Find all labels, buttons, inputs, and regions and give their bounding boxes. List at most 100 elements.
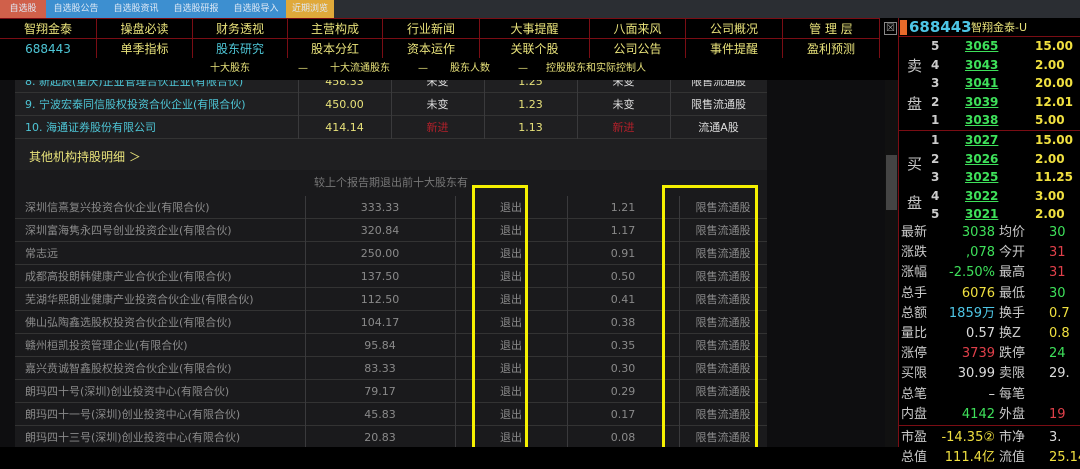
nav-item[interactable]: 行业新闻 (383, 19, 480, 39)
table-row[interactable]: 8. 新起辰(重庆)企业管理合伙企业(有限合伙) 458.33 未变 1.25 未变 限售… (15, 80, 767, 93)
price: 3043 (965, 57, 999, 72)
price: 3025 (965, 170, 999, 185)
table-row[interactable]: 常志远 250.00 退出 0.91 限售流通股 (15, 242, 767, 265)
top-tab[interactable]: 自选股 (0, 0, 46, 18)
stat-value: 1859万 (948, 305, 995, 321)
subnav-separator: — (298, 63, 308, 74)
table-row[interactable]: 10. 海通证券股份有限公司 414.14 新进 1.13 新进 流通A股 (15, 116, 767, 139)
top-tab[interactable]: 自选股研报 (166, 0, 226, 18)
table-row[interactable]: 成都高投朗韩健康产业合伙企业(有限合伙) 137.50 退出 0.50 限售流通股 (15, 265, 767, 288)
sell-level[interactable]: 5 3065 15.00 (899, 37, 1080, 56)
stat-value: 31 (1049, 245, 1066, 261)
column-divider (455, 357, 456, 380)
cell-type: 流通A股 (698, 121, 739, 134)
cell-ratio: 1.25 (518, 80, 543, 88)
nav-item[interactable]: 操盘必读 (97, 19, 193, 39)
level-number: 2 (931, 151, 940, 166)
stat-row: 涨幅 -2.50% 最高 31 (899, 263, 1080, 284)
sell-level[interactable]: 2 3039 12.01 (899, 93, 1080, 112)
subnav-tab[interactable]: 十大股东 (210, 58, 250, 80)
nav-item[interactable]: 八面来风 (590, 19, 686, 39)
other-holdings-link[interactable]: 其他机构持股明细 ＞ (29, 148, 141, 165)
column-divider (484, 80, 485, 93)
level-number: 1 (931, 133, 940, 147)
cell-ratio: 1.23 (518, 98, 543, 111)
subnav-tab[interactable]: 十大流通股东 (330, 58, 390, 80)
stat-label: 涨幅 (901, 265, 928, 281)
buy-level[interactable]: 5 3021 2.00 (899, 205, 1080, 224)
column-divider (577, 93, 578, 116)
table-row[interactable]: 芜湖华熙朗业健康产业投资合伙企业(有限合伙) 112.50 退出 0.41 限售流通股 (15, 288, 767, 311)
stat-label: 买限 (901, 366, 928, 382)
sell-level[interactable]: 1 3038 5.00 (899, 111, 1080, 130)
volume: 15.00 (1035, 133, 1073, 147)
stat-value: 31 (1049, 265, 1066, 281)
level-number: 1 (931, 113, 940, 128)
buy-level[interactable]: 2 3026 2.00 (899, 150, 1080, 169)
nav-item[interactable]: 资本运作 (383, 39, 480, 59)
quote-header: 688443 智翔金泰-U (899, 18, 1080, 37)
column-divider (670, 116, 671, 139)
subnav-tab[interactable]: 股东人数 (450, 58, 490, 80)
stat-row: 涨停 3739 跌停 24 (899, 344, 1080, 365)
highlight-box-change (472, 185, 528, 447)
nav-item[interactable]: 事件提醒 (686, 39, 783, 59)
table-row[interactable]: 朗玛四十三号(深圳)创业投资中心(有限合伙) 20.83 退出 0.08 限售流通股 (15, 426, 767, 447)
top-tab[interactable]: 自选股导入 (226, 0, 286, 18)
column-divider (305, 288, 306, 311)
buy-level[interactable]: 3 3025 11.25 (899, 168, 1080, 187)
stat-label: 最新 (901, 225, 928, 240)
scrollbar[interactable] (885, 80, 898, 447)
cell-name: 朗玛四十一号(深圳)创业投资中心(有限合伙) (25, 408, 241, 421)
stat-row: 内盘 4142 外盘 19 (899, 405, 1080, 426)
top-tab[interactable]: 自选股资讯 (106, 0, 166, 18)
cell-name: 佛山弘陶鑫选股权投资合伙企业(有限合伙) (25, 316, 232, 329)
table-row[interactable]: 赣州桓凯投资管理企业(有限合伙) 95.84 退出 0.35 限售流通股 (15, 334, 767, 357)
nav-item[interactable]: 单季指标 (97, 39, 193, 59)
stat-row: 最新 3038 均价 30 (899, 223, 1080, 244)
column-divider (298, 116, 299, 139)
top-tab[interactable]: 近期浏览 (286, 0, 334, 18)
table-row[interactable]: 9. 宁波宏泰同信股权投资合伙企业(有限合伙) 450.00 未变 1.23 未变 限售流… (15, 93, 767, 116)
nav-item[interactable]: 财务透视 (193, 19, 288, 39)
stat-row: 市盈 -14.35② 市净 3. (899, 428, 1080, 449)
stat-row: 量比 0.57 换Z 0.8 (899, 324, 1080, 345)
stat-row: 总值 111.4亿流值 25.14 (899, 448, 1080, 469)
column-divider (305, 357, 306, 380)
scrollbar-thumb[interactable] (886, 155, 897, 210)
cell-name: 深圳富海隽永四号创业投资企业(有限合伙) (25, 224, 232, 237)
nav-item[interactable]: 公司公告 (590, 39, 686, 59)
nav-item-active[interactable]: 股东研究 (193, 39, 288, 59)
table-row[interactable]: 朗玛四十号(深圳)创业投资中心(有限合伙) 79.17 退出 0.29 限售流通股 (15, 380, 767, 403)
nav-item[interactable]: 主营构成 (288, 19, 383, 39)
sell-level[interactable]: 4 3043 2.00 (899, 56, 1080, 75)
column-divider (305, 196, 306, 219)
stat-value: 4142 (961, 406, 995, 422)
cell-shares: 83.33 (364, 362, 396, 375)
stock-code: 688443 (0, 39, 97, 59)
nav-item[interactable]: 大事提醒 (480, 19, 590, 39)
table-row[interactable]: 深圳富海隽永四号创业投资企业(有限合伙) 320.84 退出 1.17 限售流通股 (15, 219, 767, 242)
stat-value: 25.14 (1049, 450, 1080, 466)
subnav-tab[interactable]: 控股股东和实际控制人 (546, 58, 646, 80)
close-icon[interactable]: ☒ (884, 22, 897, 35)
column-divider (567, 311, 568, 334)
sell-level[interactable]: 3 3041 20.00 (899, 74, 1080, 93)
cell-name: 芜湖华熙朗业健康产业投资合伙企业(有限合伙) (25, 293, 254, 306)
nav-item[interactable]: 盈利预测 (783, 39, 880, 59)
table-row[interactable]: 佛山弘陶鑫选股权投资合伙企业(有限合伙) 104.17 退出 0.38 限售流通股 (15, 311, 767, 334)
volume: 5.00 (1035, 113, 1065, 128)
table-row[interactable]: 嘉兴贲诚智鑫股权投资合伙企业(有限合伙) 83.33 退出 0.30 限售流通股 (15, 357, 767, 380)
nav-item[interactable]: 管 理 层 (783, 19, 880, 39)
table-row[interactable]: 朗玛四十一号(深圳)创业投资中心(有限合伙) 45.83 退出 0.17 限售流通股 (15, 403, 767, 426)
table-row[interactable]: 深圳信熹复兴投资合伙企业(有限合伙) 333.33 退出 1.21 限售流通股 (15, 196, 767, 219)
cell-shares: 95.84 (364, 339, 396, 352)
buy-level[interactable]: 4 3022 3.00 (899, 187, 1080, 206)
column-divider (567, 265, 568, 288)
nav-item[interactable]: 股本分红 (288, 39, 383, 59)
nav-item[interactable]: 公司概况 (686, 19, 783, 39)
nav-item[interactable]: 关联个股 (480, 39, 590, 59)
buy-level[interactable]: 1 3027 15.00 (899, 131, 1080, 150)
top-tab[interactable]: 自选股公告 (46, 0, 106, 18)
stat-value: 0.8 (1049, 326, 1070, 341)
